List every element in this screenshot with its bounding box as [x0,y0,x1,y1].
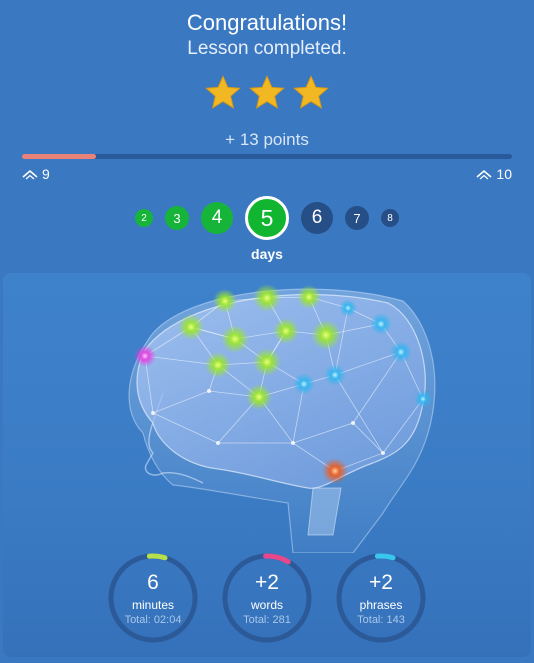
chevron-up-icon [22,169,38,180]
words-label: words [250,598,283,612]
star-rating [0,73,534,113]
current-level-number: 9 [42,166,50,182]
stats-panel: 6 minutes Total: 02:04 +2 words Total: 2… [3,273,531,657]
phrases-label: phrases [359,598,403,612]
minutes-label: minutes [131,598,175,612]
lesson-stats: 6 minutes Total: 02:04 +2 words Total: 2… [3,551,531,645]
level-progress-bar [22,154,512,159]
phrases-total: Total: 143 [357,614,405,626]
streak-day: 8 [381,209,399,227]
day-streak: 2 3 4 5 6 7 8 [0,196,534,240]
streak-label: days [251,246,283,262]
streak-day-today: 5 [245,196,289,240]
words-stat: +2 words Total: 281 [220,551,314,645]
words-value: +2 [255,571,279,594]
star-icon [249,75,285,109]
phrases-stat: +2 phrases Total: 143 [334,551,428,645]
points-earned: + 13 points [225,130,309,149]
next-level: 10 [476,166,512,182]
current-level: 9 [22,166,50,182]
chevron-up-icon [476,169,492,180]
phrases-value: +2 [369,571,393,594]
page-subtitle: Lesson completed. [187,38,347,59]
star-icon [293,75,329,109]
minutes-value: 6 [147,571,159,594]
streak-day: 3 [165,206,189,230]
minutes-total: Total: 02:04 [124,614,182,626]
streak-day: 4 [201,202,233,234]
minutes-stat: 6 minutes Total: 02:04 [106,551,200,645]
words-total: Total: 281 [243,614,291,626]
streak-day: 6 [301,202,333,234]
page-title: Congratulations! [186,10,348,35]
brain-network-illustration [128,284,436,553]
streak-day: 7 [345,206,369,230]
streak-day: 2 [135,209,153,227]
star-icon [205,75,241,109]
next-level-number: 10 [496,166,512,182]
level-progress-fill [22,154,96,159]
